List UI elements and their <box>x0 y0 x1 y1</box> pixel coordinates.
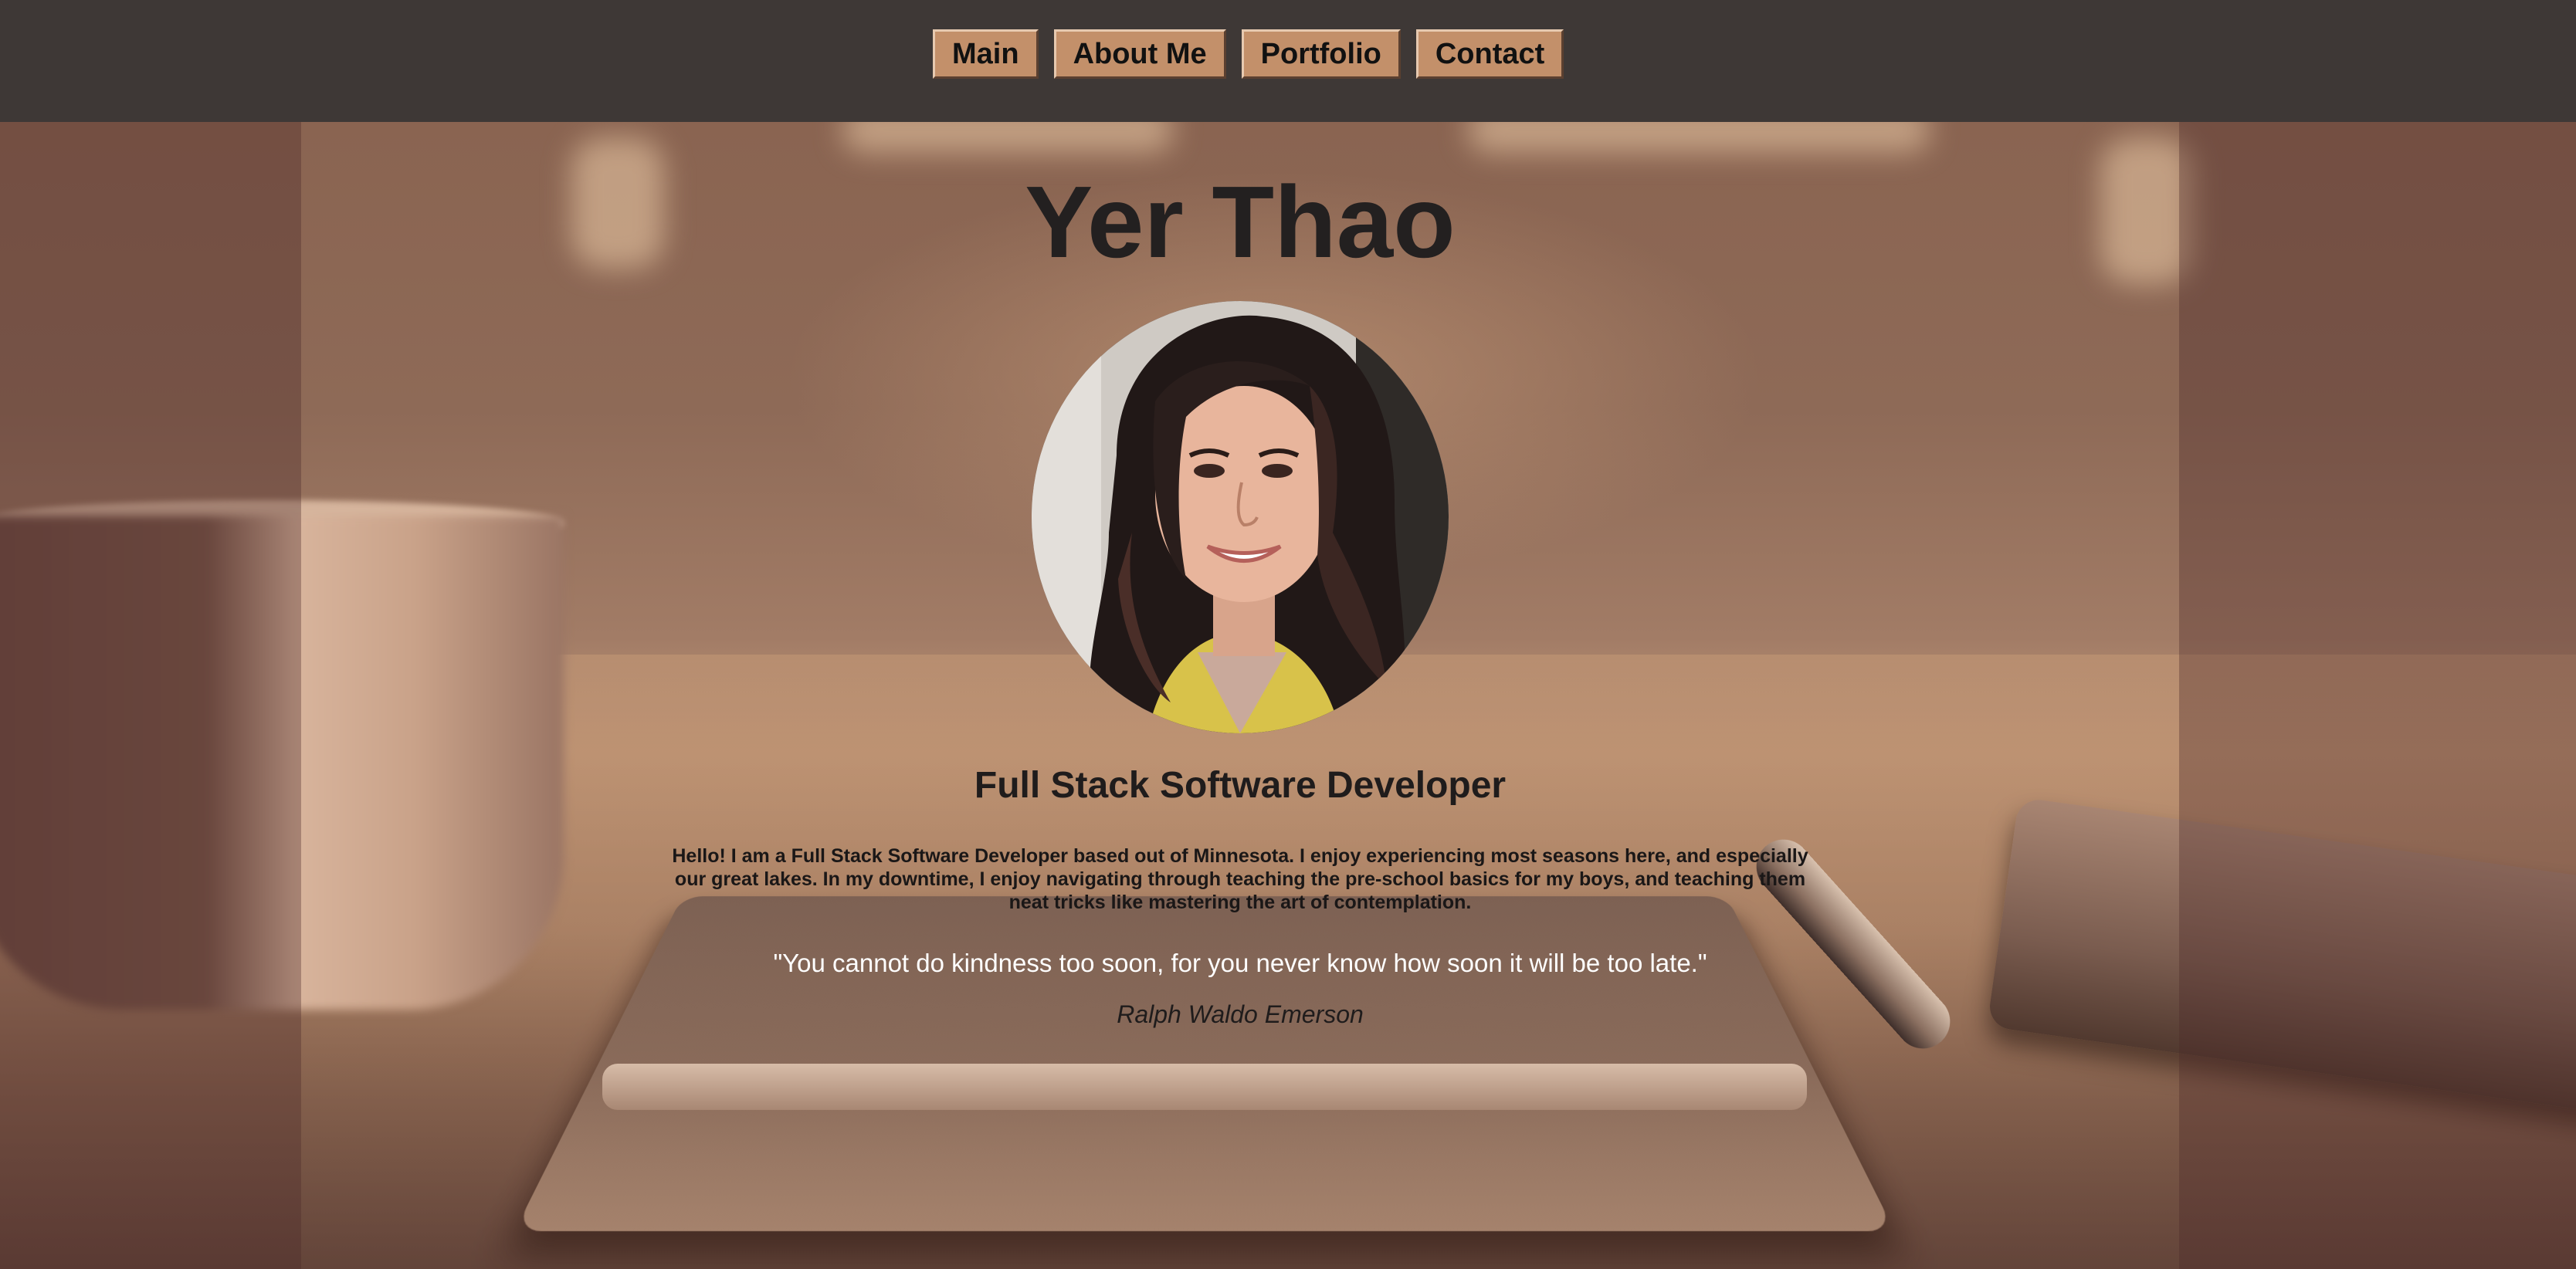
quote-author: Ralph Waldo Emerson <box>301 999 2179 1030</box>
page-title: Yer Thao <box>301 161 2179 284</box>
job-title: Full Stack Software Developer <box>301 763 2179 809</box>
navbar: Main About Me Portfolio Contact <box>0 0 2576 122</box>
profile-photo <box>1032 301 1449 733</box>
main-content: Yer Thao Full Stack Software Developer H… <box>301 122 2179 1269</box>
nav-contact-button[interactable]: Contact <box>1416 29 1564 79</box>
nav-about-me-button[interactable]: About Me <box>1054 29 1226 79</box>
right-margin-overlay <box>2179 122 2576 1269</box>
quote-text: "You cannot do kindness too soon, for yo… <box>301 946 2179 980</box>
nav-portfolio-button[interactable]: Portfolio <box>1242 29 1401 79</box>
bio-text: Hello! I am a Full Stack Software Develo… <box>664 844 1816 914</box>
nav-main-button[interactable]: Main <box>933 29 1039 79</box>
nav-menu: Main About Me Portfolio Contact <box>933 29 1564 79</box>
left-margin-overlay <box>0 122 301 1269</box>
profile-photo-image <box>1032 301 1449 733</box>
